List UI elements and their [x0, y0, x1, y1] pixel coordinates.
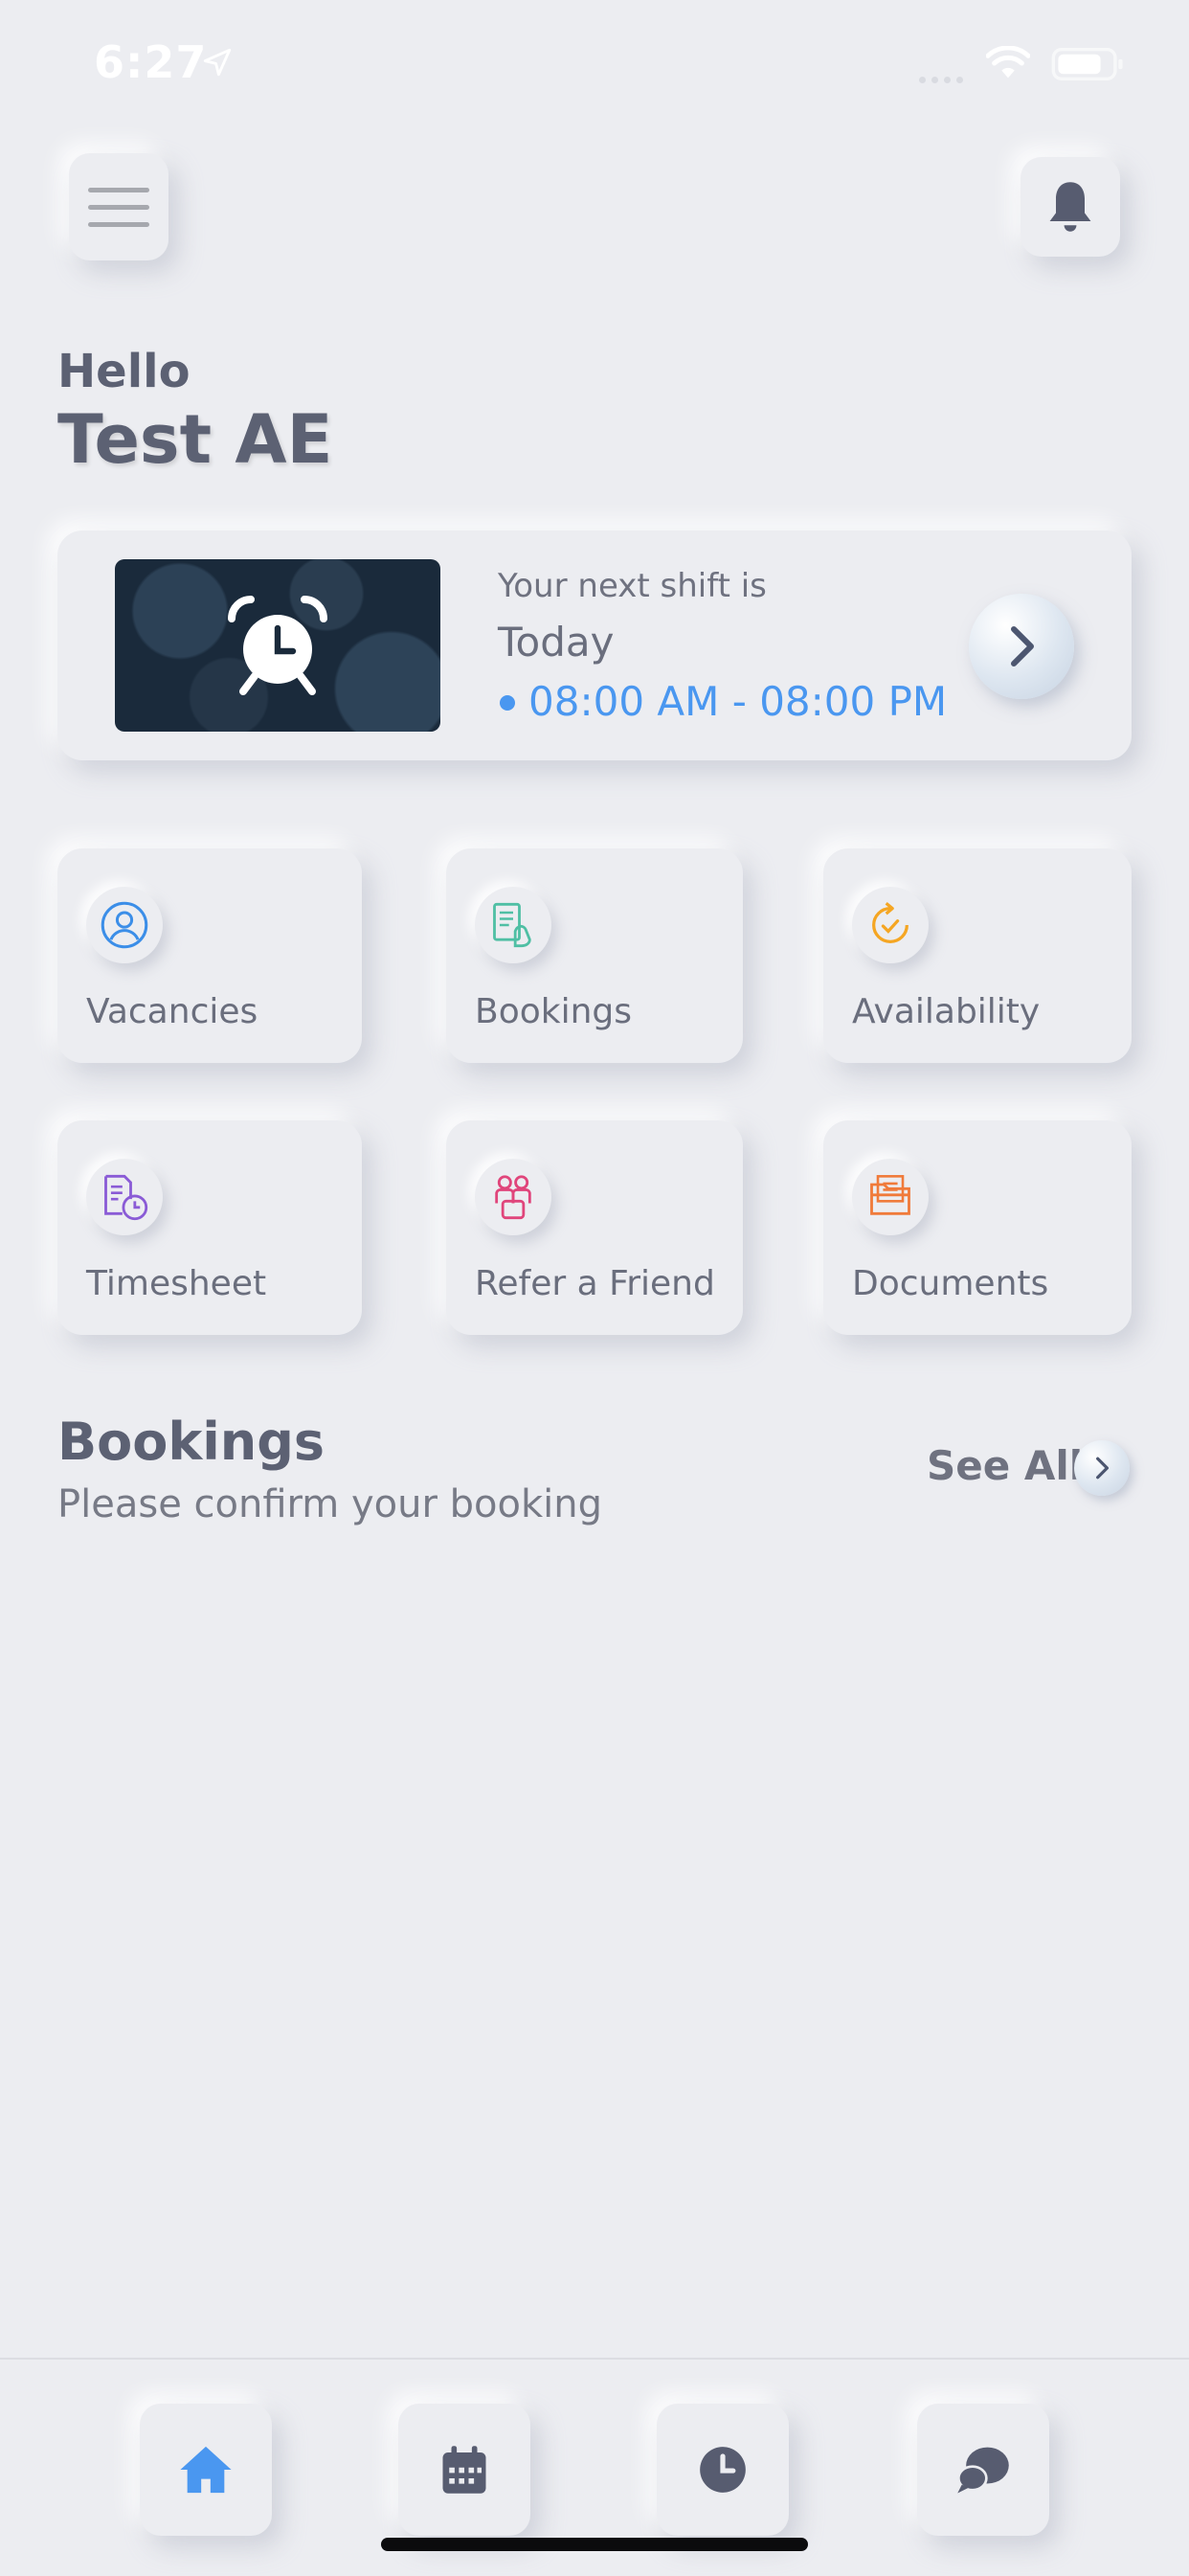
alarm-clock-icon	[228, 596, 327, 695]
tile-bookings[interactable]: Bookings	[446, 848, 743, 1063]
bookings-subtitle: Please confirm your booking	[57, 1482, 602, 1526]
tile-label: Availability	[852, 992, 1041, 1031]
chat-bubbles-icon	[957, 2447, 1009, 2494]
calendar-icon	[442, 2446, 486, 2494]
status-time: 6:27	[94, 36, 208, 88]
user-circle-icon	[86, 887, 163, 963]
signal-icon	[919, 69, 969, 87]
tile-vacancies[interactable]: Vacancies	[57, 848, 362, 1063]
shift-image	[115, 559, 440, 732]
folder-documents-icon	[852, 1159, 929, 1235]
home-indicator	[381, 2538, 808, 2551]
tile-documents[interactable]: Documents	[823, 1120, 1132, 1335]
shift-time-range: 08:00 AM - 08:00 PM	[528, 678, 948, 725]
notification-button[interactable]	[1021, 157, 1120, 257]
tile-label: Vacancies	[86, 992, 258, 1031]
menu-button[interactable]	[69, 153, 168, 260]
nav-calendar[interactable]	[398, 2404, 530, 2536]
nav-clock[interactable]	[657, 2404, 789, 2536]
bell-icon	[1049, 182, 1091, 232]
tile-label: Refer a Friend	[475, 1264, 715, 1303]
wifi-icon	[986, 46, 1030, 79]
clock-icon	[700, 2447, 746, 2493]
tile-label: Documents	[852, 1264, 1049, 1303]
shift-details-button[interactable]	[969, 594, 1074, 699]
nav-home[interactable]	[140, 2404, 272, 2536]
nav-chat[interactable]	[917, 2404, 1049, 2536]
chevron-right-icon	[1011, 626, 1034, 667]
people-icon	[475, 1159, 551, 1235]
battery-icon	[1051, 48, 1123, 80]
location-arrow-icon	[203, 48, 232, 77]
shift-day: Today	[498, 619, 615, 666]
user-name: Test AE	[57, 400, 333, 479]
see-all-link[interactable]: See All	[927, 1442, 1083, 1489]
bookings-title: Bookings	[57, 1412, 325, 1472]
tile-label: Bookings	[475, 992, 633, 1031]
next-shift-card[interactable]: Your next shift is Today 08:00 AM - 08:0…	[57, 531, 1132, 760]
shift-label: Your next shift is	[498, 567, 767, 605]
tile-label: Timesheet	[86, 1264, 267, 1303]
clipboard-hand-icon	[475, 887, 551, 963]
greeting-hello: Hello	[57, 345, 191, 398]
tile-refer-a-friend[interactable]: Refer a Friend	[446, 1120, 743, 1335]
shift-status-dot	[500, 695, 515, 711]
refresh-clock-icon	[852, 887, 929, 963]
home-icon	[180, 2446, 232, 2494]
tile-availability[interactable]: Availability	[823, 848, 1132, 1063]
tile-timesheet[interactable]: Timesheet	[57, 1120, 362, 1335]
chevron-right-icon	[1096, 1457, 1110, 1480]
see-all-button[interactable]	[1074, 1440, 1130, 1496]
document-clock-icon	[86, 1159, 163, 1235]
